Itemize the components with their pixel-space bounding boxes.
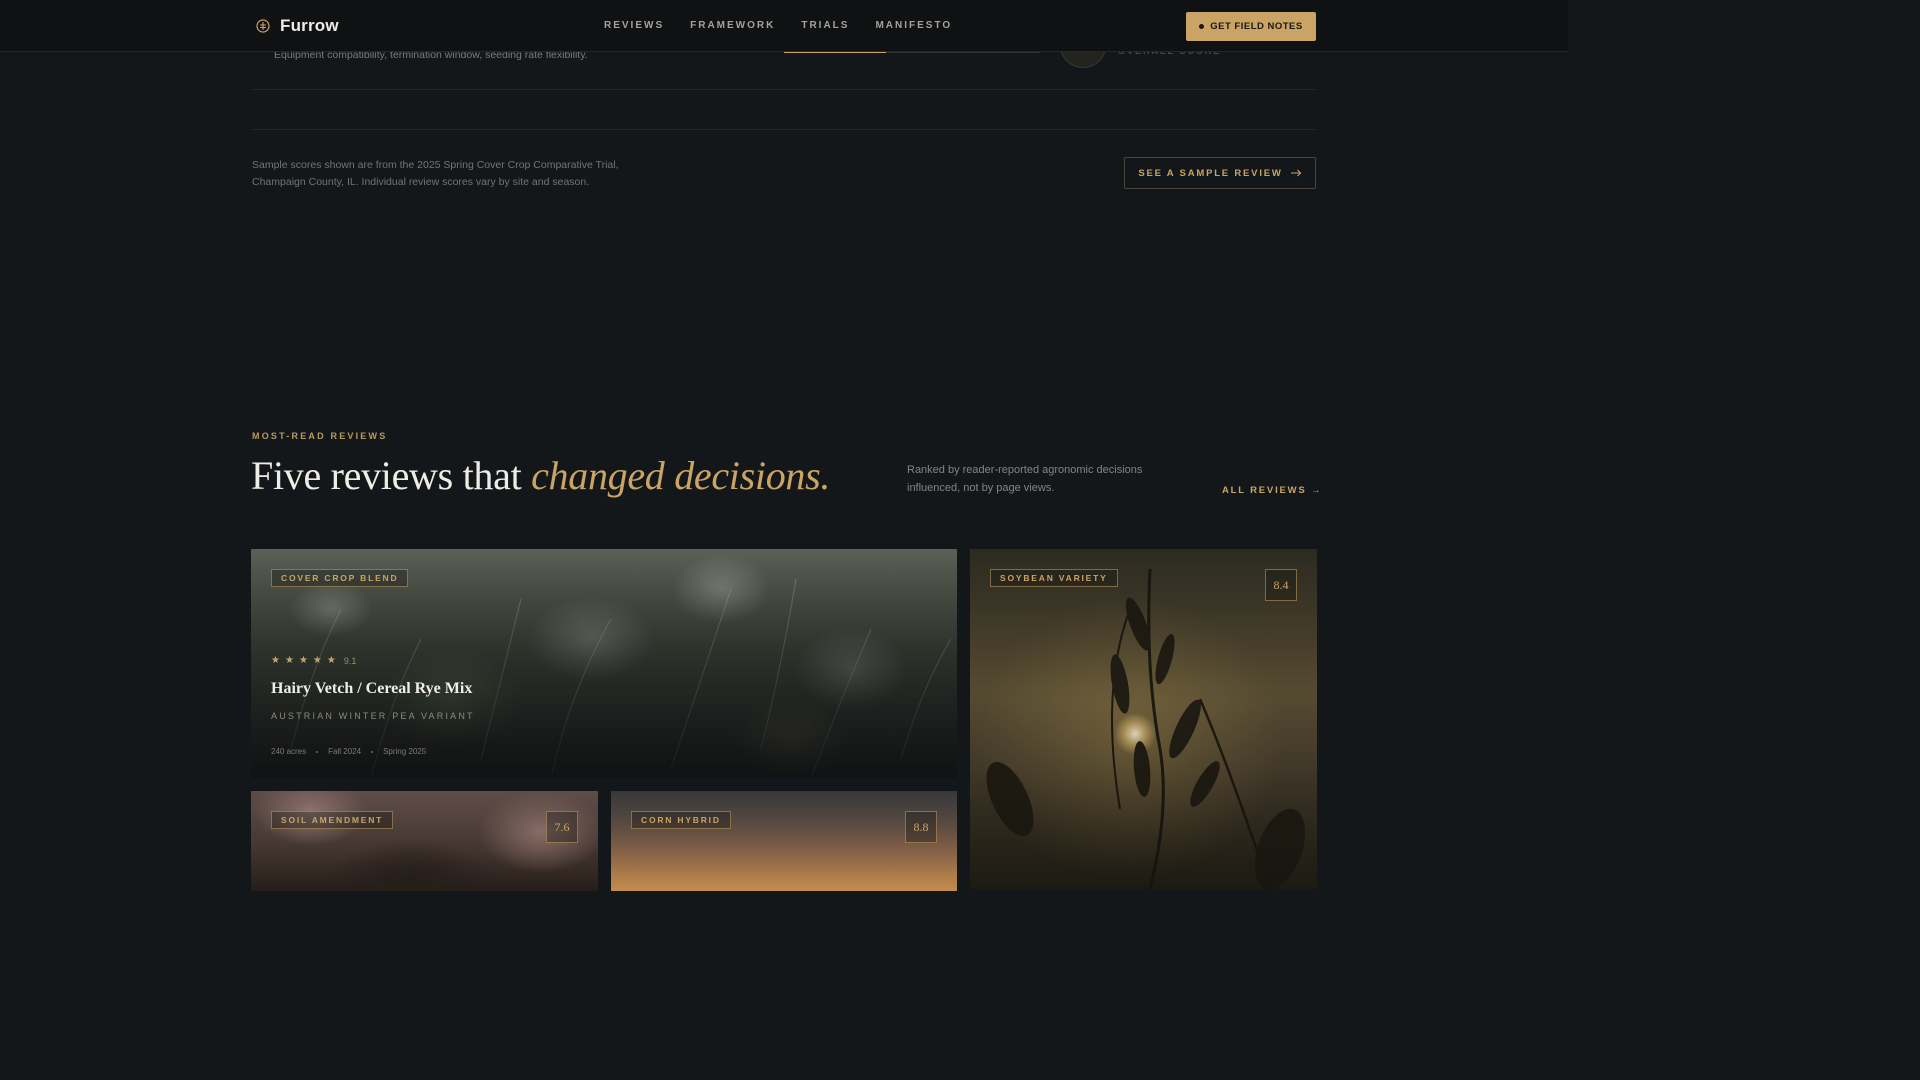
review-card-featured[interactable]: COVER CROP BLEND ★ ★ ★ ★ ★ 9.1 Hairy Vet… (251, 549, 957, 778)
section-divider (252, 89, 1316, 90)
dot-icon (1199, 24, 1205, 29)
star-icon: ★ (312, 655, 322, 666)
category-tag: CORN HYBRID (631, 811, 731, 829)
arrow-right-icon (1290, 169, 1301, 177)
star-icon: ★ (284, 655, 294, 666)
category-tag: COVER CROP BLEND (271, 569, 409, 587)
sample-scores-note: Sample scores shown are from the 2025 Sp… (252, 159, 619, 188)
section-divider (252, 129, 1316, 130)
star-icon: ★ (326, 655, 336, 666)
review-subtitle: AUSTRIAN WINTER PEA VARIANT (271, 711, 475, 721)
nav-manifesto[interactable]: MANIFESTO (875, 20, 952, 31)
review-title[interactable]: Hairy Vetch / Cereal Rye Mix (271, 680, 472, 698)
category-tag: SOYBEAN VARIETY (990, 569, 1118, 587)
nav-framework[interactable]: FRAMEWORK (690, 20, 775, 31)
cta-label: GET FIELD NOTES (1210, 21, 1303, 32)
star-icon: ★ (271, 655, 280, 666)
brand-name: Furrow (280, 16, 339, 35)
section-headline: Five reviews that changed decisions. (251, 452, 830, 499)
review-score: 8.4 (1265, 569, 1297, 601)
star-icon: ★ (298, 655, 308, 666)
nav-reviews[interactable]: REVIEWS (604, 20, 664, 31)
review-score: 7.6 (546, 811, 578, 843)
all-reviews-link[interactable]: ALL REVIEWS → (1222, 485, 1322, 496)
seedling-logo-icon (256, 19, 270, 33)
main-nav: REVIEWS FRAMEWORK TRIALS MANIFESTO (604, 20, 952, 31)
review-card-corn[interactable]: CORN HYBRID 8.8 (611, 791, 957, 891)
site-header: Furrow REVIEWS FRAMEWORK TRIALS MANIFEST… (0, 0, 1568, 52)
sample-button-label: SEE A SAMPLE REVIEW (1138, 167, 1283, 179)
section-description: Ranked by reader-reported agronomic deci… (907, 464, 1143, 494)
headline-accent: changed decisions. (531, 453, 831, 498)
meta-separator (316, 750, 319, 753)
review-card-soil[interactable]: SOIL AMENDMENT 7.6 (251, 791, 598, 891)
see-sample-review-button[interactable]: SEE A SAMPLE REVIEW (1124, 157, 1316, 189)
category-tag: SOIL AMENDMENT (271, 811, 394, 829)
meta-separator (371, 750, 374, 753)
section-eyebrow: MOST-READ REVIEWS (252, 431, 388, 441)
meta-start: Fall 2024 (328, 747, 362, 756)
nav-trials[interactable]: TRIALS (801, 20, 849, 31)
star-rating: ★ ★ ★ ★ ★ 9.1 (271, 655, 357, 667)
review-card-soybean[interactable]: SOYBEAN VARIETY 8.4 (970, 549, 1317, 889)
get-field-notes-button[interactable]: GET FIELD NOTES (1186, 12, 1316, 41)
review-meta: 240 acres Fall 2024 Spring 2025 (271, 747, 426, 756)
meta-end: Spring 2025 (383, 747, 427, 756)
review-score: 8.8 (905, 811, 937, 843)
meta-acres: 240 acres (271, 747, 307, 756)
rating-value: 9.1 (343, 656, 357, 666)
brand-logo[interactable]: Furrow (256, 16, 339, 36)
headline-plain: Five reviews that (251, 453, 532, 498)
